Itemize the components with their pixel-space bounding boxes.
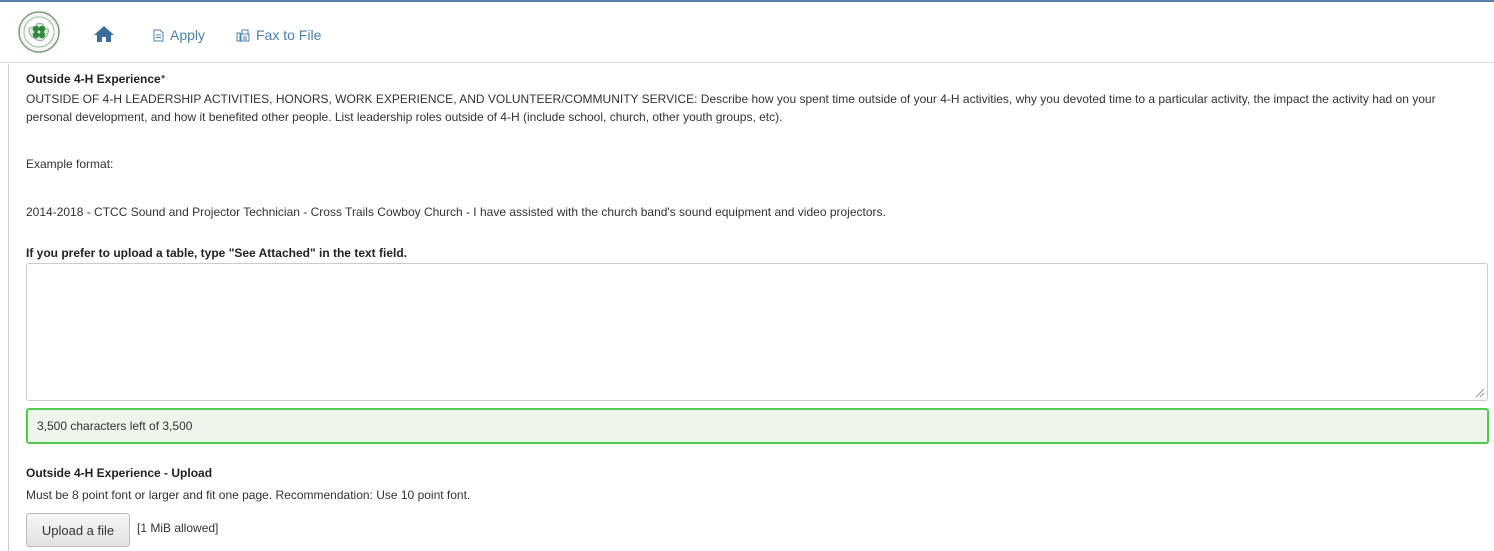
character-counter-text: 3,500 characters left of 3,500 <box>37 419 193 433</box>
fax-label: Fax to File <box>256 27 322 43</box>
upload-button-label: Upload a file <box>41 522 115 538</box>
example-text: 2014-2018 - CTCC Sound and Projector Tec… <box>26 205 886 219</box>
section-title-text: Outside 4-H Experience <box>26 72 161 86</box>
section-title: Outside 4-H Experience* <box>26 72 165 86</box>
upload-instructions: Must be 8 point font or larger and fit o… <box>26 488 471 502</box>
form-content: Outside 4-H Experience* OUTSIDE OF 4-H L… <box>8 64 1494 551</box>
section-description: OUTSIDE OF 4-H LEADERSHIP ACTIVITIES, HO… <box>26 92 1436 124</box>
document-icon <box>153 29 164 41</box>
required-mark: * <box>160 72 166 86</box>
character-counter: 3,500 characters left of 3,500 <box>26 408 1489 444</box>
apply-label: Apply <box>170 27 206 43</box>
upload-size-limit: [1 MiB allowed] <box>137 521 219 535</box>
upload-section-title: Outside 4-H Experience - Upload <box>26 466 213 480</box>
upload-table-hint: If you prefer to upload a table, type "S… <box>26 246 407 260</box>
apply-link[interactable]: Apply <box>153 26 205 44</box>
fax-to-file-link[interactable]: Fax to File <box>236 26 321 44</box>
top-navbar: Apply Fax to File <box>0 2 1494 63</box>
example-label: Example format: <box>26 157 114 171</box>
experience-textarea[interactable] <box>26 263 1488 401</box>
home-icon <box>94 26 114 42</box>
home-button[interactable] <box>92 24 116 44</box>
4h-clover-logo[interactable] <box>18 11 60 53</box>
upload-file-button[interactable]: Upload a file <box>26 513 130 547</box>
fax-icon <box>236 29 250 41</box>
resize-grip-icon[interactable] <box>1475 388 1485 398</box>
